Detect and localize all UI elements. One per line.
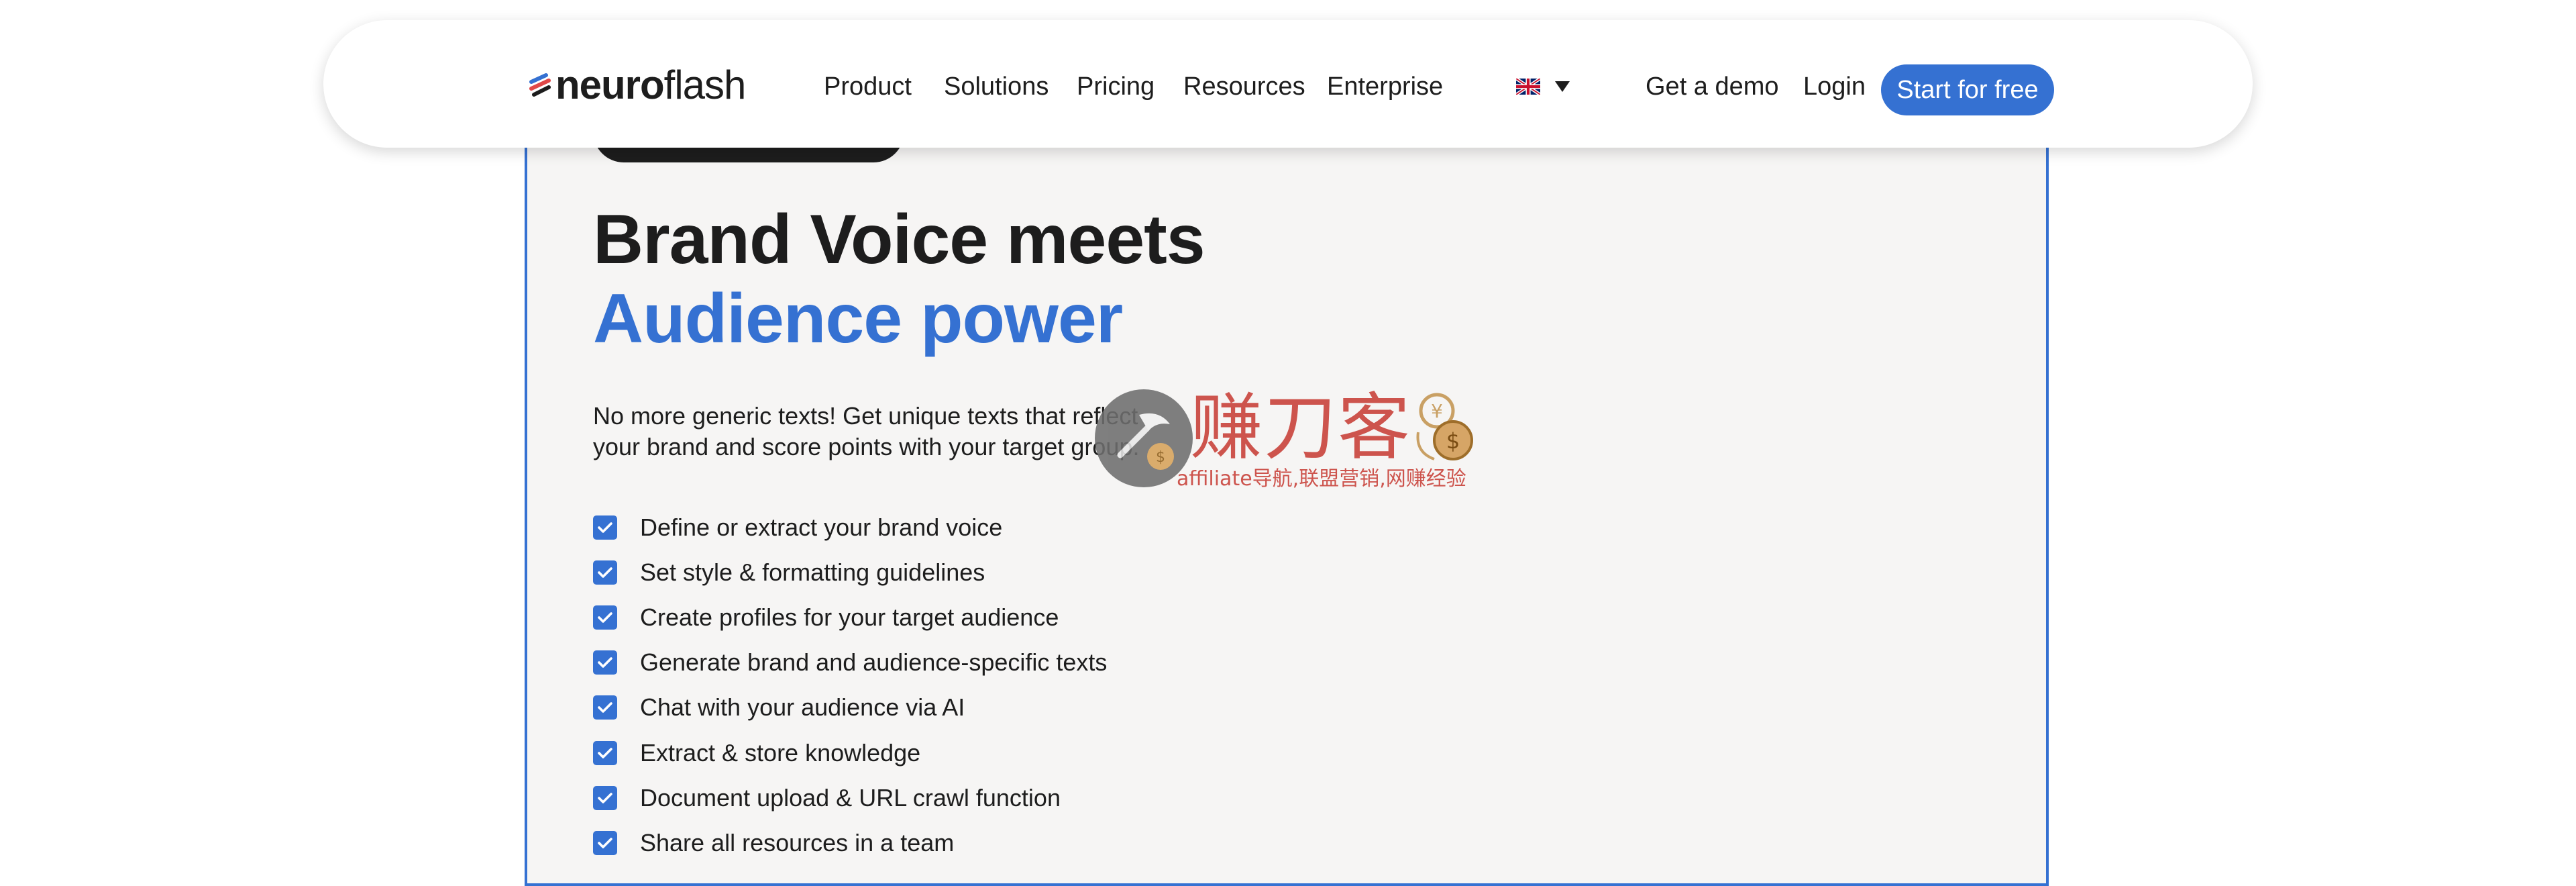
- login-link[interactable]: Login: [1803, 72, 1866, 101]
- feature-text: Share all resources in a team: [640, 828, 955, 856]
- svg-text:$: $: [1446, 428, 1460, 454]
- feature-text: Chat with your audience via AI: [640, 693, 965, 722]
- headline-line-2: Audience power: [593, 280, 1123, 358]
- feature-item: Generate brand and audience-specific tex…: [593, 640, 1107, 685]
- nav-enterprise[interactable]: Enterprise: [1327, 72, 1443, 101]
- feature-item: Define or extract your brand voice: [593, 505, 1107, 550]
- feature-item: Set style & formatting guidelines: [593, 550, 1107, 595]
- feature-text: Define or extract your brand voice: [640, 513, 1003, 541]
- feature-text: Document upload & URL crawl function: [640, 783, 1061, 811]
- feature-item: Extract & store knowledge: [593, 730, 1107, 775]
- feature-item: Chat with your audience via AI: [593, 685, 1107, 730]
- checkbox-icon: [593, 605, 617, 630]
- description-line-1: No more generic texts! Get unique texts …: [593, 402, 1138, 430]
- checkbox-icon: [593, 830, 617, 855]
- language-selector[interactable]: [1516, 79, 1570, 95]
- checkbox-icon: [593, 560, 617, 585]
- watermark-title: 赚刀客: [1190, 386, 1412, 470]
- svg-text:¥: ¥: [1431, 400, 1443, 422]
- get-demo-link[interactable]: Get a demo: [1646, 72, 1779, 101]
- checkbox-icon: [593, 650, 617, 675]
- feature-text: Extract & store knowledge: [640, 738, 921, 767]
- checkbox-icon: [593, 785, 617, 810]
- coins-icon: ¥ $: [1416, 393, 1473, 460]
- feature-item: Create profiles for your target audience: [593, 595, 1107, 640]
- watermark: $ 赚刀客 affiliate导航,联盟营销,网赚经验 ¥ $: [1095, 386, 1477, 491]
- svg-text:$: $: [1156, 449, 1165, 466]
- uk-flag-icon: [1516, 79, 1540, 95]
- neuroflash-logo[interactable]: neuroflash: [529, 62, 747, 108]
- logo-text-light: flash: [663, 62, 747, 107]
- hero-headline: Brand Voice meets Audience power: [593, 200, 1205, 358]
- feature-item: Share all resources in a team: [593, 820, 1107, 865]
- start-for-free-button[interactable]: Start for free: [1881, 64, 2054, 115]
- feature-text: Generate brand and audience-specific tex…: [640, 648, 1108, 677]
- nav-pricing[interactable]: Pricing: [1077, 72, 1155, 101]
- feature-list: Define or extract your brand voice Set s…: [593, 505, 1107, 866]
- checkbox-icon: [593, 695, 617, 720]
- feature-text: Create profiles for your target audience: [640, 603, 1059, 631]
- watermark-subtitle: affiliate导航,联盟营销,网赚经验: [1177, 467, 1466, 491]
- nav-product[interactable]: Product: [824, 72, 912, 101]
- feature-text: Set style & formatting guidelines: [640, 558, 985, 586]
- headline-line-1: Brand Voice meets: [593, 201, 1205, 279]
- nav-resources[interactable]: Resources: [1183, 72, 1305, 101]
- logo-text-bold: neuro: [555, 62, 665, 107]
- nav-solutions[interactable]: Solutions: [944, 72, 1049, 101]
- logo-mark-icon: [529, 72, 551, 97]
- chevron-down-icon: [1555, 81, 1570, 92]
- checkbox-icon: [593, 515, 617, 540]
- logo-text: neuroflash: [555, 62, 747, 108]
- feature-item: Document upload & URL crawl function: [593, 775, 1107, 820]
- description-line-2: your brand and score points with your ta…: [593, 433, 1140, 460]
- checkbox-icon: [593, 740, 617, 765]
